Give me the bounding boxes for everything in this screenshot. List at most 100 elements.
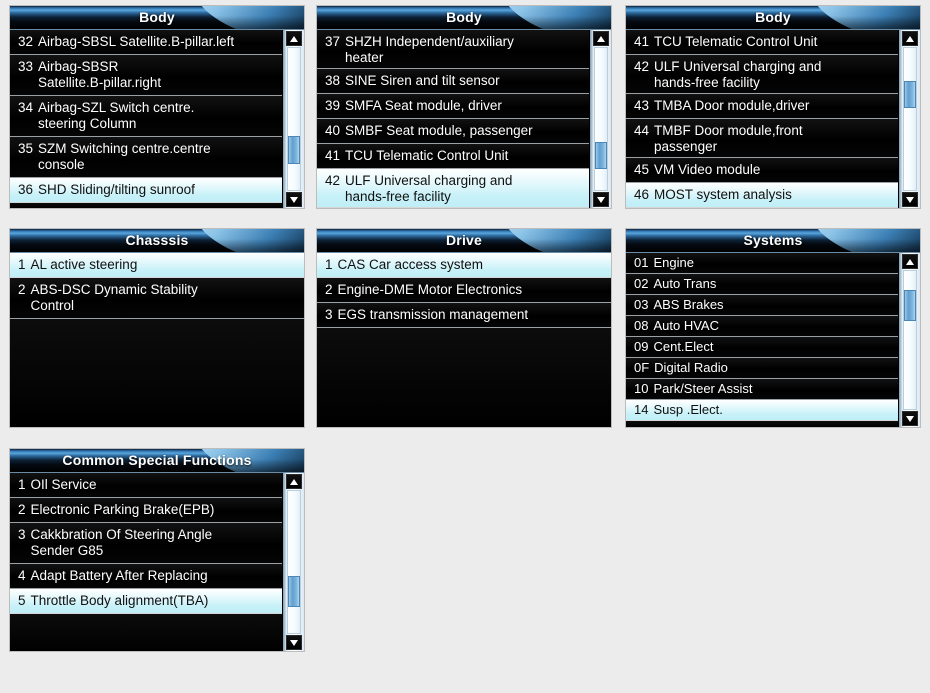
menu-item[interactable]: 35 SZM Switching centre.centre console: [10, 137, 282, 178]
scrollbar-body1[interactable]: [282, 30, 304, 208]
menu-item[interactable]: 41 TCU Telematic Control Unit: [626, 30, 898, 55]
scrollbar-common[interactable]: [282, 473, 304, 651]
menu-item-selected[interactable]: 5 Throttle Body alignment(TBA): [10, 589, 282, 614]
menu-item[interactable]: 2 Engine-DME Motor Electronics: [317, 278, 611, 303]
triangle-down-glyph: [290, 639, 298, 646]
menu-item-selected[interactable]: 46 MOST system analysis: [626, 183, 898, 208]
menu-item-number: 2: [18, 282, 26, 297]
menu-item-number: 41: [325, 148, 341, 163]
menu-item[interactable]: 4 Adapt Battery After Replacing: [10, 564, 282, 589]
menu-item[interactable]: 44 TMBF Door module,front passenger: [626, 119, 898, 158]
menu-item-number: 44: [634, 123, 650, 138]
menu-panel-systems: Systems 01 Engine 02 Auto Trans 03 ABS Brakes 0…: [625, 228, 921, 428]
menu-item-label: Susp .Elect.: [653, 402, 723, 417]
scrollbar-body3[interactable]: [898, 30, 920, 208]
scrollbar-track[interactable]: [594, 47, 608, 191]
menu-item-number: 37: [325, 34, 341, 49]
menu-item[interactable]: 40 SMBF Seat module, passenger: [317, 119, 589, 144]
scrollbar-thumb[interactable]: [904, 80, 916, 108]
panel-body-body2: 37 SHZH Independent/auxiliary heater 38 SIN…: [317, 30, 611, 208]
menu-item[interactable]: 08 Auto HVAC: [626, 316, 898, 337]
menu-item-label: Auto Trans: [653, 276, 717, 291]
menu-item-label: Adapt Battery After Replacing: [30, 568, 208, 583]
menu-item-label: SZM Switching centre.centre console: [38, 141, 211, 172]
menu-item[interactable]: 03 ABS Brakes: [626, 295, 898, 316]
scrollbar-track[interactable]: [287, 490, 301, 634]
menu-item[interactable]: 45 VM Video module: [626, 158, 898, 183]
menu-item[interactable]: 02 Auto Trans: [626, 274, 898, 295]
scrollbar-track[interactable]: [903, 47, 917, 191]
menu-item[interactable]: 32 Airbag-SBSL Satellite.B-pillar.left: [10, 30, 282, 55]
menu-item[interactable]: 1 OIl Service: [10, 473, 282, 498]
panel-header-body3: Body: [626, 6, 920, 30]
scroll-down-arrow-icon[interactable]: [286, 192, 302, 207]
menu-item-label: SHZH Independent/auxiliary heater: [345, 34, 514, 65]
scrollbar-body2[interactable]: [589, 30, 611, 208]
menu-item-number: 08: [634, 318, 649, 333]
menu-item[interactable]: 0F Digital Radio: [626, 358, 898, 379]
scrollbar-thumb[interactable]: [904, 290, 916, 321]
menu-list-body3: 41 TCU Telematic Control Unit 42 ULF Univer…: [626, 30, 898, 208]
scroll-down-arrow-icon[interactable]: [286, 635, 302, 650]
menu-item-label: Cakkbration Of Steering Angle Sender G85: [30, 527, 213, 558]
scroll-down-arrow-icon[interactable]: [902, 411, 918, 426]
menu-item-selected[interactable]: 1 CAS Car access system: [317, 253, 611, 278]
menu-item-number: 1: [18, 257, 26, 272]
menu-item[interactable]: 3 Cakkbration Of Steering Angle Sender G8…: [10, 523, 282, 564]
menu-item[interactable]: 09 Cent.Elect: [626, 337, 898, 358]
scrollbar-thumb[interactable]: [288, 576, 300, 608]
menu-item[interactable]: 33 Airbag-SBSR Satellite.B-pillar.right: [10, 55, 282, 96]
menu-item-label: ULF Universal charging and hands-free fa…: [345, 173, 513, 204]
menu-item[interactable]: 43 TMBA Door module,driver: [626, 94, 898, 119]
menu-item[interactable]: 2 Electronic Parking Brake(EPB): [10, 498, 282, 523]
panel-title-drive: Drive: [445, 232, 483, 248]
menu-item-selected[interactable]: 42 ULF Universal charging and hands-free …: [317, 169, 589, 208]
triangle-up-glyph: [906, 258, 914, 265]
menu-item[interactable]: 10 Park/Steer Assist: [626, 379, 898, 400]
menu-item-label: SMBF Seat module, passenger: [345, 123, 533, 138]
menu-item-label: Engine: [653, 255, 694, 270]
scroll-up-arrow-icon[interactable]: [286, 474, 302, 489]
menu-item[interactable]: 3 EGS transmission management: [317, 303, 611, 328]
menu-item-label: ULF Universal charging and hands-free fa…: [654, 59, 822, 90]
scroll-up-arrow-icon[interactable]: [902, 31, 918, 46]
scrollbar-thumb[interactable]: [288, 136, 300, 165]
scroll-down-arrow-icon[interactable]: [593, 192, 609, 207]
menu-item-label: TMBA Door module,driver: [654, 98, 810, 113]
panel-body-systems: 01 Engine 02 Auto Trans 03 ABS Brakes 08 Auto H…: [626, 253, 920, 427]
panel-body-body1: 32 Airbag-SBSL Satellite.B-pillar.left 33 A…: [10, 30, 304, 208]
menu-item-label: TMBF Door module,front passenger: [654, 123, 803, 154]
menu-item[interactable]: 2 ABS-DSC Dynamic Stability Control: [10, 278, 304, 319]
scrollbar-track[interactable]: [287, 47, 301, 191]
menu-item[interactable]: 38 SINE Siren and tilt sensor: [317, 69, 589, 94]
triangle-up-glyph: [290, 35, 298, 42]
triangle-up-glyph: [906, 35, 914, 42]
menu-item[interactable]: 41 TCU Telematic Control Unit: [317, 144, 589, 169]
menu-item[interactable]: 01 Engine: [626, 253, 898, 274]
menu-item-selected[interactable]: 14 Susp .Elect.: [626, 400, 898, 421]
panel-header-body2: Body: [317, 6, 611, 30]
menu-item-label: Electronic Parking Brake(EPB): [30, 502, 215, 517]
scroll-up-arrow-icon[interactable]: [902, 254, 918, 269]
menu-item-selected[interactable]: 36 SHD Sliding/tilting sunroof: [10, 178, 282, 203]
menu-item-number: 36: [18, 182, 34, 197]
empty-list-area: [10, 614, 282, 651]
menu-item[interactable]: 37 SHZH Independent/auxiliary heater: [317, 30, 589, 69]
menu-item-label: AL active steering: [30, 257, 138, 272]
scroll-down-arrow-icon[interactable]: [902, 192, 918, 207]
menu-item-selected[interactable]: 1 AL active steering: [10, 253, 304, 278]
scrollbar-track[interactable]: [903, 270, 917, 410]
menu-item[interactable]: 39 SMFA Seat module, driver: [317, 94, 589, 119]
scroll-up-arrow-icon[interactable]: [286, 31, 302, 46]
menu-item-label: VM Video module: [654, 162, 761, 177]
menu-item-label: SHD Sliding/tilting sunroof: [38, 182, 195, 197]
empty-list-area: [626, 421, 898, 427]
menu-item-number: 1: [325, 257, 333, 272]
menu-item[interactable]: 34 Airbag-SZL Switch centre. steering Col…: [10, 96, 282, 137]
scroll-up-arrow-icon[interactable]: [593, 31, 609, 46]
menu-item[interactable]: 42 ULF Universal charging and hands-free …: [626, 55, 898, 94]
scrollbar-thumb[interactable]: [595, 141, 607, 169]
menu-item-number: 3: [18, 527, 26, 542]
panel-title-body3: Body: [755, 9, 791, 25]
scrollbar-systems[interactable]: [898, 253, 920, 427]
